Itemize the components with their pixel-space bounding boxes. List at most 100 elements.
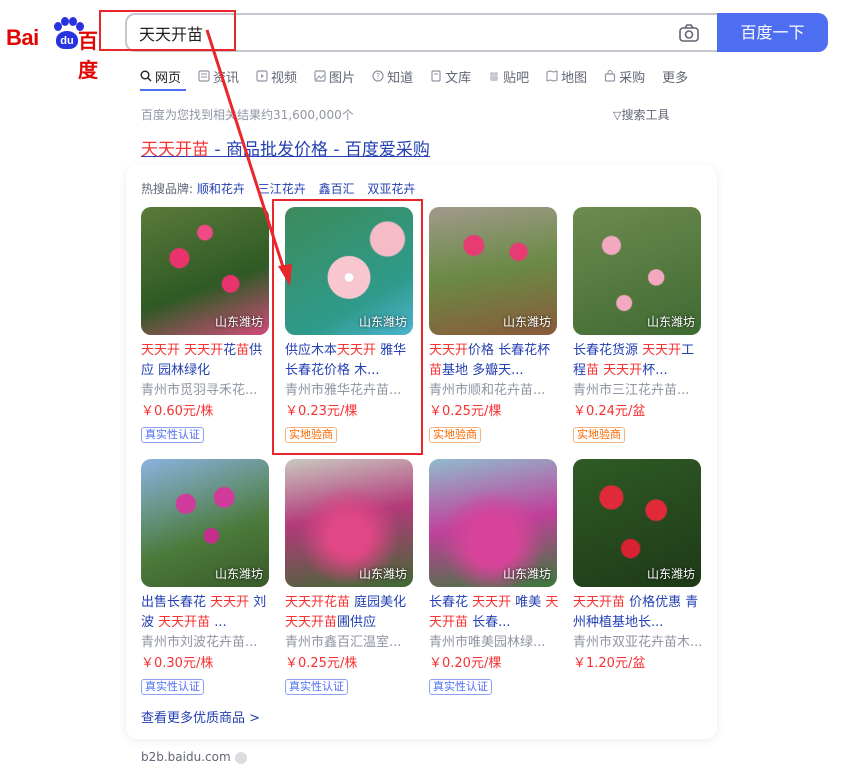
title-highlight: 天天开 [472, 595, 512, 610]
brand-link[interactable]: 双亚花卉 [367, 182, 415, 196]
product-image[interactable]: 山东潍坊 [429, 459, 557, 587]
baidu-logo[interactable]: Bai du 百度 [6, 15, 110, 82]
product-card[interactable]: 山东潍坊出售长春花 天天开 刘波 天天开苗 ... 青州市刘波花卉苗... ￥0.3… [141, 459, 271, 695]
tab-label: 视频 [271, 70, 298, 86]
product-card[interactable]: 山东潍坊 长春花货源 天天开工程苗 天天开杯... 青州市三江花卉苗... ￥0.24… [573, 207, 703, 443]
camera-icon[interactable] [679, 24, 699, 42]
product-price: ￥0.30元/株 [141, 656, 214, 671]
product-title[interactable]: 长春花货源 天天开工程苗 天天开杯... [573, 341, 703, 381]
tab-item[interactable]: 图片 [314, 66, 355, 86]
active-tab-underline [140, 89, 186, 91]
brand-link[interactable]: 鑫百汇 [319, 182, 355, 196]
tab-item[interactable]: 更多 [662, 66, 688, 86]
search-tools-label: 搜索工具 [621, 108, 670, 122]
product-image[interactable]: 山东潍坊 [141, 459, 269, 587]
tab-label: 更多 [662, 70, 689, 86]
source-domain: b2b.baidu.com [141, 750, 247, 764]
product-shop[interactable]: 青州市觅羽寻禾花... [141, 381, 271, 401]
product-image[interactable]: 山东潍坊 [573, 207, 701, 335]
image-icon [314, 70, 326, 82]
product-title[interactable]: 长春花 天天开 唯美 天天开苗 长春... [429, 593, 559, 633]
title-text: 基地 多瓣天... [442, 363, 524, 378]
tab-label: 贴吧 [503, 70, 530, 86]
tab-item[interactable]: 地图 [546, 66, 587, 86]
product-title[interactable]: 天天开苗 价格优惠 青州种植基地长... [573, 593, 703, 633]
tab-label: 知道 [387, 70, 414, 86]
title-text: 杯... [642, 363, 668, 378]
title-highlight: 天天开 [429, 343, 469, 358]
tieba-icon [488, 70, 500, 82]
logo-text-latin: Bai [6, 25, 39, 50]
title-highlight: 天天开花苗 [285, 595, 351, 610]
product-card[interactable]: 山东潍坊 天天开花苗 庭园美化 天天开苗圃供应 青州市鑫百汇温室... ￥0.25元/… [285, 459, 415, 695]
product-price: ￥0.60元/株 [141, 404, 214, 419]
title-text: 花 [223, 343, 237, 358]
title-text: 出售长春花 [141, 595, 211, 610]
product-card[interactable]: 山东潍坊 天天开价格 长春花杯苗基地 多瓣天... 青州市顺和花卉苗... ￥0.25… [429, 207, 559, 443]
product-image[interactable]: 山东潍坊 [141, 207, 269, 335]
search-button[interactable]: 百度一下 [717, 13, 828, 52]
tab-item[interactable]: 资讯 [198, 66, 239, 86]
tab-item[interactable]: 视频 [256, 66, 297, 86]
verification-badge: 真实性认证 [285, 679, 348, 695]
title-highlight: 天天开苗 [158, 615, 211, 630]
brand-link[interactable]: 三江花卉 [258, 182, 306, 196]
document-icon [430, 70, 442, 82]
logo-paw-text: du [56, 31, 78, 49]
product-shop[interactable]: 青州市顺和花卉苗... [429, 381, 559, 401]
result-count: 百度为您找到相关结果约31,600,000个 [141, 108, 354, 122]
tab-item[interactable]: 贴吧 [488, 66, 529, 86]
product-image[interactable]: 山东潍坊 [429, 207, 557, 335]
product-title[interactable]: 天天开 天天开花苗供应 园林绿化 [141, 341, 271, 381]
verification-badge: 实地验商 [429, 427, 481, 443]
product-shop[interactable]: 青州市鑫百汇温室... [285, 633, 415, 653]
product-shop[interactable]: 青州市三江花卉苗... [573, 381, 703, 401]
product-shop[interactable]: 青州市刘波花卉苗... [141, 633, 271, 653]
product-price: ￥1.20元/盆 [573, 656, 646, 671]
annotation-frame-search [99, 10, 236, 51]
bag-icon [604, 70, 616, 82]
title-text: 长春花 [429, 595, 473, 610]
hot-brands: 热搜品牌: 顺和花卉 三江花卉 鑫百汇 双亚花卉 [141, 180, 415, 197]
product-location: 山东潍坊 [646, 567, 695, 581]
tab-item[interactable]: 文库 [430, 66, 471, 86]
tab-label: 网页 [155, 70, 182, 86]
more-products-link[interactable]: 查看更多优质商品 > [141, 707, 260, 726]
product-image[interactable]: 山东潍坊 [573, 459, 701, 587]
tab-web[interactable]: 网页 [140, 66, 181, 86]
product-title[interactable]: 出售长春花 天天开 刘波 天天开苗 ... [141, 593, 271, 633]
tab-label: 采购 [619, 70, 646, 86]
product-price: ￥0.20元/棵 [429, 656, 502, 671]
product-location: 山东潍坊 [646, 315, 695, 329]
product-card[interactable]: 山东潍坊长春花 天天开 唯美 天天开苗 长春... 青州市唯美园林绿... ￥0.2… [429, 459, 559, 695]
tab-item[interactable]: ? 知道 [372, 66, 413, 86]
tab-item[interactable]: 采购 [604, 66, 645, 86]
title-text: 长春... [468, 615, 511, 630]
svg-text:?: ? [376, 72, 380, 81]
hot-brands-label: 热搜品牌: [141, 182, 194, 196]
news-icon [198, 70, 210, 82]
verification-badge: 真实性认证 [141, 427, 204, 443]
title-text: 唯美 [511, 595, 546, 610]
title-highlight: 天天开 [642, 343, 682, 358]
result-title-link[interactable]: 天天开苗 - 商品批发价格 - 百度爱采购 [141, 135, 430, 160]
tab-label: 地图 [561, 70, 588, 86]
product-location: 山东潍坊 [214, 567, 263, 581]
product-title[interactable]: 天天开花苗 庭园美化 天天开苗圃供应 [285, 593, 415, 633]
annotation-frame-card [272, 199, 423, 455]
product-image[interactable]: 山东潍坊 [285, 459, 413, 587]
product-card[interactable]: 山东潍坊天天开 天天开花苗供应 园林绿化 青州市觅羽寻禾花... ￥0.60元/株真… [141, 207, 271, 443]
result-title-highlight: 天天开苗 [141, 140, 209, 160]
product-shop[interactable]: 青州市双亚花卉苗木... [573, 633, 703, 653]
product-title[interactable]: 天天开价格 长春花杯苗基地 多瓣天... [429, 341, 559, 381]
search-tools-button[interactable]: ▽搜索工具 [613, 106, 669, 123]
product-card[interactable]: 山东潍坊天天开苗 价格优惠 青州种植基地长... 青州市双亚花卉苗木... ￥1.2… [573, 459, 703, 675]
title-highlight: 苗 [586, 363, 600, 378]
product-location: 山东潍坊 [358, 567, 407, 581]
title-text: 庭园美化 [350, 595, 407, 610]
brand-link[interactable]: 顺和花卉 [197, 182, 245, 196]
product-shop[interactable]: 青州市唯美园林绿... [429, 633, 559, 653]
search-tabs: 网页 资讯 视频 图片? 知道 文库 贴吧 地图 采购 更多 [140, 66, 705, 86]
title-highlight: 苗 [429, 363, 443, 378]
result-title-rest: - 商品批发价格 - 百度爱采购 [209, 140, 430, 160]
